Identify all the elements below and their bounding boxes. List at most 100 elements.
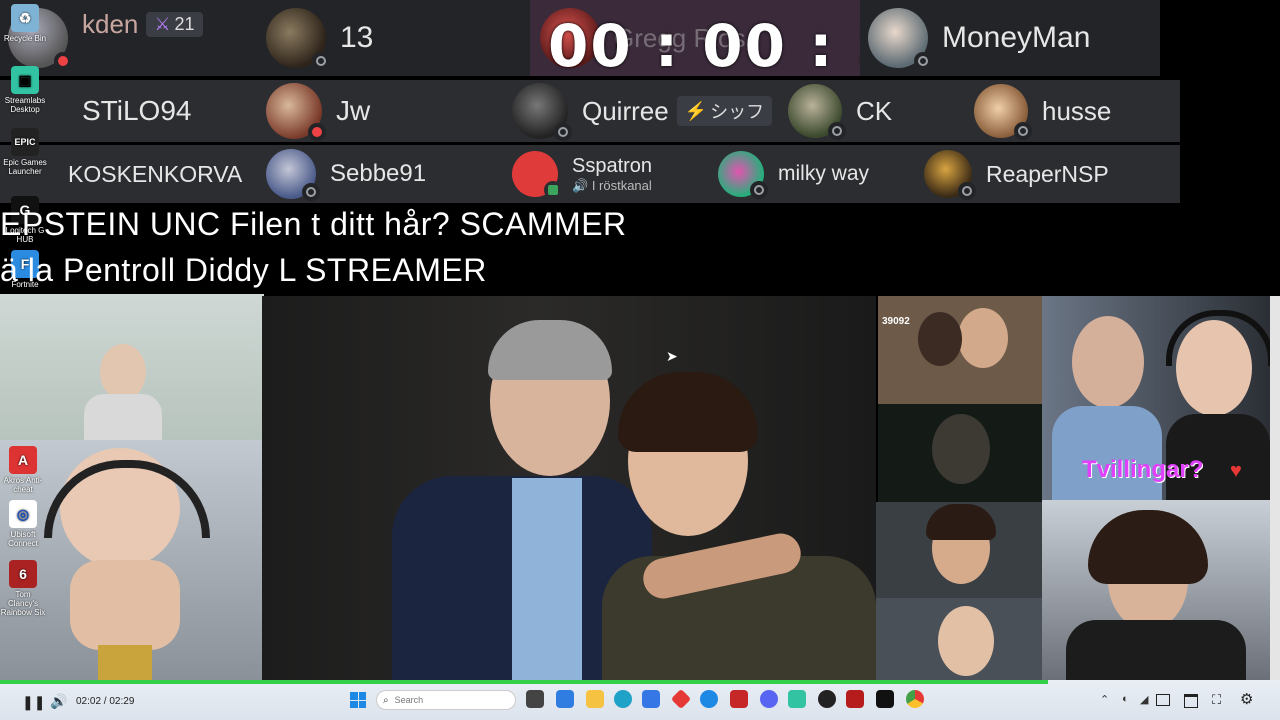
desktop-icon-rainbow-six[interactable]: 6 Tom Clancy's Rainbow Six — [0, 560, 46, 617]
webcam-panel-top-left — [0, 294, 264, 440]
tray-chevron-icon[interactable]: ⌃ — [1100, 693, 1109, 706]
streamlabs-taskbar-icon[interactable] — [788, 690, 806, 708]
desktop-icon-akros[interactable]: A Akros Anti-cheat — [0, 446, 46, 494]
akros-icon: A — [9, 446, 37, 474]
icon-label: Akros Anti-cheat — [3, 476, 43, 494]
windows-start-icon[interactable] — [350, 692, 366, 708]
collage-bottom-left-2 — [876, 598, 1052, 680]
playback-progress[interactable] — [0, 680, 1048, 684]
icon-label: Ubisoft Connect — [8, 530, 38, 548]
rainbow-six-icon: 6 — [9, 560, 37, 588]
participant-tile-sspatron[interactable]: Sspatron 🔊 I röstkanal — [504, 145, 710, 203]
participant-name: Sebbe91 — [330, 160, 427, 187]
participant-tile-quirree[interactable]: Quirree ⚡ シッフ — [504, 80, 780, 142]
participant-tile-ck[interactable]: CK — [780, 80, 966, 142]
dnd-status-icon — [308, 123, 326, 141]
participant-tile-moneyman[interactable]: MoneyMan — [860, 0, 1160, 76]
participant-name: 13 — [340, 21, 374, 54]
participant-name: Jw — [336, 95, 371, 126]
desktop-icon-epic-games[interactable]: EPIC Epic Games Launcher — [2, 128, 48, 176]
status-icon — [1014, 122, 1032, 140]
person-head — [932, 414, 990, 484]
person-hair — [1088, 510, 1208, 584]
level-badge: ⚔ 21 — [146, 11, 203, 37]
collage-top-left: 39092 — [878, 296, 1042, 404]
participant-name: milky way — [778, 162, 870, 185]
streamlabs-icon: ▣ — [11, 66, 39, 94]
widgets-icon[interactable] — [556, 690, 574, 708]
icon-label: Epic Games Launcher — [3, 158, 47, 176]
status-icon — [302, 183, 320, 201]
avatar — [266, 83, 326, 141]
badge-text: シッフ — [710, 102, 765, 122]
participant-name: CK — [856, 95, 893, 126]
person-left-hair — [488, 320, 612, 380]
main-photo — [262, 296, 876, 680]
chrome-icon[interactable] — [906, 690, 924, 708]
icon-label: Streamlabs Desktop — [4, 96, 46, 114]
status-icon — [828, 122, 846, 140]
tray-speaker-icon[interactable]: ◢ — [1140, 693, 1148, 706]
participant-tile-jw[interactable]: Jw — [258, 80, 504, 142]
participant-name: MoneyMan — [942, 21, 1091, 54]
obs-icon[interactable] — [818, 690, 836, 708]
participant-name: Quirree — [582, 95, 669, 126]
participant-tile-milky-way[interactable]: milky way — [710, 145, 916, 203]
taskbar-search[interactable]: ⌕ Search — [376, 690, 516, 710]
app-dark-icon[interactable] — [876, 690, 894, 708]
phone-status-icon — [544, 181, 562, 199]
collage-counter: 39092 — [882, 316, 910, 327]
theater-button[interactable] — [1184, 694, 1198, 708]
pause-button[interactable]: ❚❚ — [22, 694, 45, 711]
discord-icon[interactable] — [760, 690, 778, 708]
pip-button[interactable] — [1156, 694, 1170, 706]
epic-games-icon: EPIC — [11, 128, 39, 156]
collage-bottom-left-1 — [876, 502, 1042, 598]
fullscreen-button[interactable]: ⛶ — [1212, 692, 1221, 708]
headphones — [1166, 310, 1270, 366]
edge-icon[interactable] — [614, 690, 632, 708]
mail-icon[interactable] — [730, 690, 748, 708]
store-icon[interactable] — [642, 690, 660, 708]
person-right-hair — [618, 372, 758, 452]
participant-name: husse — [1042, 95, 1112, 126]
voice-channel-icon: 🔊 — [572, 177, 589, 193]
collage-middle-left — [878, 404, 1042, 502]
recycle-bin-icon: ♻ — [11, 4, 39, 32]
file-explorer-icon[interactable] — [586, 690, 604, 708]
scrollbar[interactable] — [1270, 296, 1280, 680]
avatar — [266, 8, 330, 70]
lightning-icon: ⚡ — [684, 100, 708, 121]
tag-badge: ⚡ シッフ — [676, 96, 773, 126]
participant-name: KOSKENKORVA — [68, 160, 243, 187]
collage-caption: Tvillingar? — [1082, 456, 1204, 483]
task-view-icon[interactable] — [526, 690, 544, 708]
tray-network-icon[interactable]: ◐ — [1122, 693, 1129, 705]
person-body — [70, 560, 180, 650]
game-launcher-icon[interactable] — [846, 690, 864, 708]
desktop-icon-recycle-bin[interactable]: ♻ Recycle Bin — [2, 4, 48, 43]
person-head — [918, 312, 962, 366]
avatar — [788, 84, 846, 140]
heart-icon: ♥ — [1230, 460, 1242, 482]
participant-tile-reapernsp[interactable]: ReaperNSP — [916, 145, 1180, 203]
video-player-bar — [0, 680, 1280, 720]
participant-tile-13[interactable]: 13 — [258, 0, 530, 76]
status-icon — [914, 52, 932, 70]
avatar — [512, 151, 562, 199]
settings-icon[interactable]: ⚙ — [1240, 690, 1253, 708]
participant-name: Sspatron — [572, 154, 653, 177]
desktop-icon-streamlabs[interactable]: ▣ Streamlabs Desktop — [2, 66, 48, 114]
badge-count: 21 — [174, 13, 195, 34]
participant-name: ReaperNSP — [986, 160, 1109, 187]
voice-channel-status: I röstkanal — [591, 177, 652, 193]
desktop-icon-ubisoft[interactable]: ◎ Ubisoft Connect — [0, 500, 46, 548]
avatar — [512, 83, 572, 141]
volume-icon[interactable]: 🔊 — [50, 693, 67, 710]
avatar — [868, 8, 932, 70]
status-icon — [750, 181, 768, 199]
participant-tile-sebbe91[interactable]: Sebbe91 — [258, 145, 504, 203]
person-body — [1066, 620, 1246, 680]
help-icon[interactable] — [700, 690, 718, 708]
participant-tile-husse[interactable]: husse — [966, 80, 1180, 142]
